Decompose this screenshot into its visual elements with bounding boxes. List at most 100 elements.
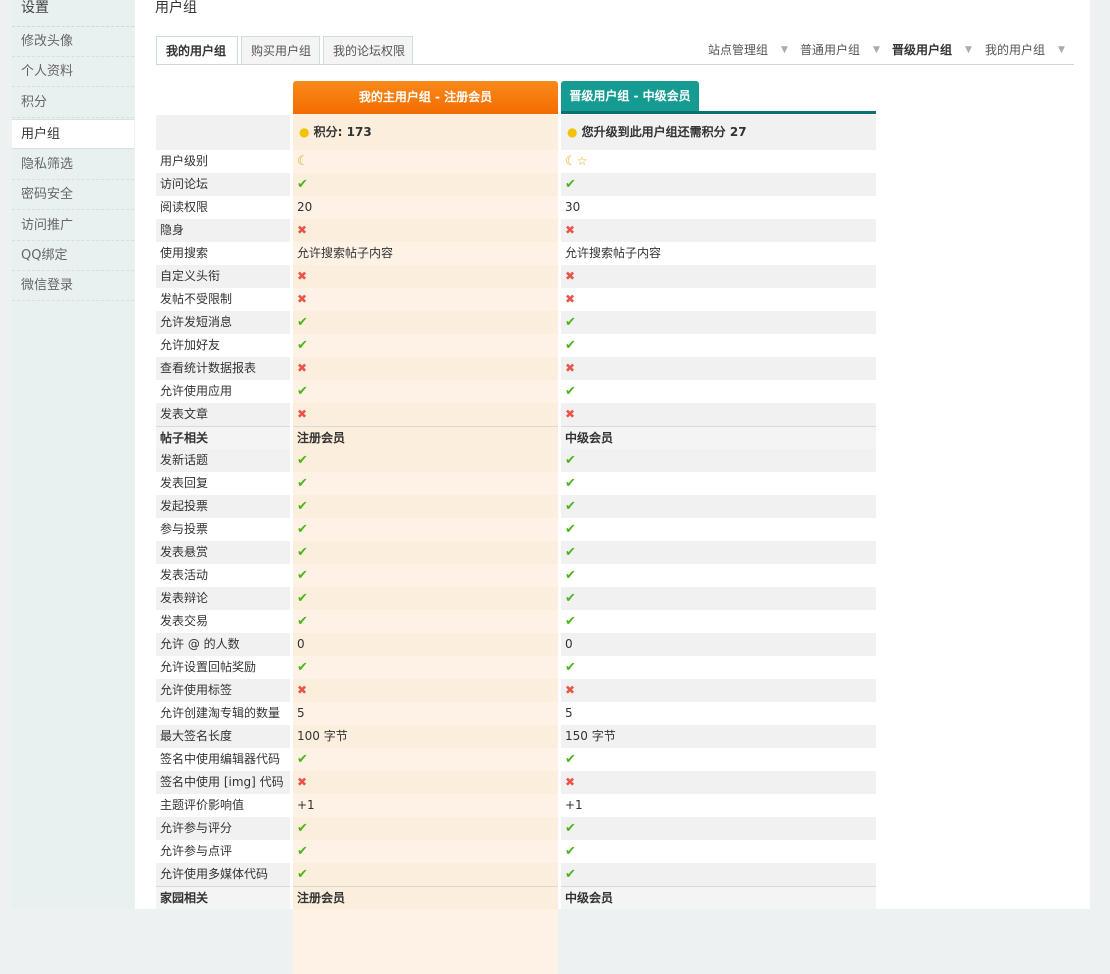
- table-row: 发表回复 ✔ ✔: [156, 472, 876, 495]
- nav-promotion-groups[interactable]: 晋级用户组: [892, 36, 952, 64]
- tab-buy-groups[interactable]: 购买用户组: [241, 36, 320, 64]
- row-label: 帖子相关: [156, 426, 290, 449]
- current-group-cell: 100 字节: [293, 725, 558, 748]
- check-icon: ✔: [565, 177, 576, 192]
- sidebar-item[interactable]: 访问推广: [12, 211, 134, 241]
- nav-admin-groups[interactable]: 站点管理组: [708, 36, 768, 64]
- current-group-cell: ✔: [293, 311, 558, 334]
- promotion-group-cell: ✔: [561, 334, 876, 357]
- promotion-group-cell: ✔: [561, 748, 876, 771]
- promotion-group-cell: ✔: [561, 311, 876, 334]
- row-label: 主题评价影响值: [160, 798, 245, 812]
- table-row: 允许参与评分 ✔ ✔: [156, 817, 876, 840]
- table-row: 允许参与点评 ✔ ✔: [156, 840, 876, 863]
- tab-my-groups[interactable]: 我的用户组: [156, 36, 238, 65]
- table-row: 发表文章 ✖ ✖: [156, 403, 876, 426]
- promotion-group-cell: ✔: [561, 817, 876, 840]
- check-icon: ✔: [297, 522, 308, 537]
- check-icon: ✔: [297, 844, 308, 859]
- cell-value: 30: [565, 200, 581, 214]
- promotion-group-cell: 中级会员: [561, 886, 876, 909]
- sidebar-item[interactable]: 修改头像: [12, 27, 134, 57]
- row-label: 允许创建淘专辑的数量: [160, 706, 281, 720]
- sidebar-item[interactable]: 积分: [12, 88, 134, 118]
- check-icon: ✔: [297, 315, 308, 330]
- sidebar-item[interactable]: 个人资料: [12, 57, 134, 87]
- current-group-cell: 注册会员: [293, 426, 558, 449]
- table-row: 访问论坛 ✔ ✔: [156, 173, 876, 196]
- table-row: 允许发短消息 ✔ ✔: [156, 311, 876, 334]
- table-row: 发表辩论 ✔ ✔: [156, 587, 876, 610]
- current-group-header: 我的主用户组 - 注册会员: [293, 81, 558, 114]
- check-icon: ✔: [565, 660, 576, 675]
- check-icon: ✔: [565, 476, 576, 491]
- check-icon: ✔: [565, 384, 576, 399]
- row-label: 允许设置回帖奖励: [160, 660, 257, 674]
- table-row: 查看统计数据报表 ✖ ✖: [156, 357, 876, 380]
- row-label: 发表悬赏: [156, 541, 290, 564]
- table-row: 发表活动 ✔ ✔: [156, 564, 876, 587]
- points-row: ● 积分: 173 ● 您升级到此用户组还需积分 27: [156, 115, 876, 150]
- table-row: 发表悬赏 ✔ ✔: [156, 541, 876, 564]
- check-icon: ✔: [297, 752, 308, 767]
- promotion-group-cell: 允许搜索帖子内容: [561, 242, 876, 265]
- sidebar-title: 设置: [12, 0, 134, 27]
- check-icon: ✔: [297, 499, 308, 514]
- check-icon: ✔: [297, 476, 308, 491]
- cross-icon: ✖: [297, 361, 308, 375]
- cross-icon: ✖: [565, 775, 576, 789]
- check-icon: ✔: [565, 591, 576, 606]
- table-row: 发起投票 ✔ ✔: [156, 495, 876, 518]
- check-icon: ✔: [565, 522, 576, 537]
- promotion-header-underline: [561, 111, 876, 114]
- cell-value: 注册会员: [297, 891, 346, 905]
- row-label: 最大签名长度: [156, 725, 290, 748]
- table-row: 允许创建淘专辑的数量 5 5: [156, 702, 876, 725]
- row-label: 参与投票: [160, 522, 209, 536]
- sidebar-item[interactable]: 用户组: [12, 119, 134, 149]
- nav-my-groups[interactable]: 我的用户组: [985, 36, 1045, 64]
- sidebar-item[interactable]: 微信登录: [12, 271, 134, 301]
- row-label: 发表活动: [160, 568, 209, 582]
- row-label: 访问论坛: [156, 173, 290, 196]
- sidebar-item[interactable]: 隐私筛选: [12, 150, 134, 180]
- current-group-cell: ✔: [293, 472, 558, 495]
- current-group-cell: ✖: [293, 771, 558, 794]
- cell-value: +1: [565, 798, 583, 812]
- current-group-cell: ✔: [293, 748, 558, 771]
- row-label: 发表文章: [156, 403, 290, 426]
- table-row: 允许加好友 ✔ ✔: [156, 334, 876, 357]
- promotion-group-cell: ✖: [561, 357, 876, 380]
- cross-icon: ✖: [565, 361, 576, 375]
- check-icon: ✔: [565, 867, 576, 882]
- cross-icon: ✖: [565, 292, 576, 306]
- row-label: 允许发短消息: [156, 311, 290, 334]
- chevron-down-icon: ▼: [965, 45, 972, 55]
- promotion-group-cell: ✔: [561, 173, 876, 196]
- check-icon: ✔: [565, 614, 576, 629]
- cross-icon: ✖: [297, 683, 308, 697]
- table-row: 用户级别 ☾ ☾☆: [156, 150, 876, 173]
- row-label: 查看统计数据报表: [156, 357, 290, 380]
- check-icon: ✔: [565, 821, 576, 836]
- table-row: 最大签名长度 100 字节 150 字节: [156, 725, 876, 748]
- row-label: 家园相关: [156, 886, 290, 909]
- table-row: 隐身 ✖ ✖: [156, 219, 876, 242]
- table-row: 发帖不受限制 ✖ ✖: [156, 288, 876, 311]
- nav-normal-groups[interactable]: 普通用户组: [800, 36, 860, 64]
- chevron-down-icon: ▼: [873, 45, 880, 55]
- chevron-down-icon: ▼: [1058, 45, 1065, 55]
- tab-forum-permissions[interactable]: 我的论坛权限: [323, 36, 413, 64]
- promotion-group-cell: ☾☆: [561, 150, 876, 173]
- promotion-group-cell: ✔: [561, 380, 876, 403]
- sidebar-item[interactable]: 密码安全: [12, 180, 134, 210]
- cell-value: 0: [297, 637, 305, 651]
- current-group-cell: 5: [293, 702, 558, 725]
- sidebar-item[interactable]: QQ绑定: [12, 241, 134, 271]
- table-row: 允许使用应用 ✔ ✔: [156, 380, 876, 403]
- table-row: 自定义头衔 ✖ ✖: [156, 265, 876, 288]
- row-label: 允许使用多媒体代码: [156, 863, 290, 886]
- table-row: 签名中使用 [img] 代码 ✖ ✖: [156, 771, 876, 794]
- current-group-cell: ✔: [293, 449, 558, 472]
- promotion-group-cell: ✔: [561, 610, 876, 633]
